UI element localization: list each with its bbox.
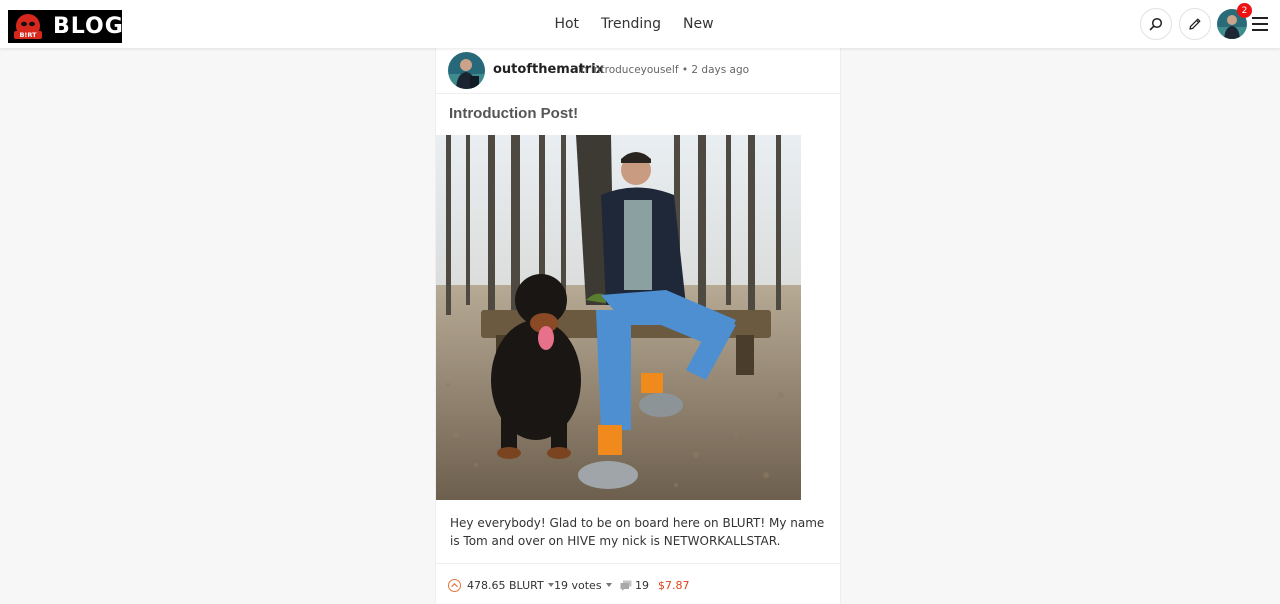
- vote-count: 19 votes: [554, 579, 602, 592]
- search-button[interactable]: [1140, 8, 1172, 40]
- blurt-badge-icon: B!RT: [13, 12, 43, 42]
- payout-amount: 478.65 BLURT: [467, 579, 544, 592]
- post-value: $7.87: [658, 579, 690, 592]
- pencil-icon: [1189, 18, 1201, 30]
- search-icon: [1149, 17, 1163, 31]
- main-nav: Hot Trending New: [0, 0, 1280, 48]
- nav-hot[interactable]: Hot: [543, 16, 590, 32]
- post-card: outofthematrix in introduceyouself • 2 d…: [435, 48, 841, 604]
- community-link[interactable]: introduceyouself: [591, 64, 679, 76]
- post-age: 2 days ago: [691, 64, 750, 76]
- blurt-blog-logo[interactable]: B!RT BLOG: [8, 10, 124, 43]
- post-author-row: outofthematrix in introduceyouself • 2 d…: [436, 48, 840, 94]
- votes-dropdown[interactable]: 19 votes: [554, 579, 612, 592]
- upvote-button[interactable]: [448, 579, 461, 592]
- notification-badge[interactable]: 2: [1237, 3, 1252, 18]
- create-post-button[interactable]: [1179, 8, 1211, 40]
- post-meta: in introduceyouself • 2 days ago: [578, 64, 749, 76]
- caret-down-icon: [547, 583, 554, 587]
- caret-down-icon: [605, 583, 612, 587]
- payout-dropdown[interactable]: 478.65 BLURT: [467, 579, 554, 592]
- logo-text: BLOG: [53, 13, 124, 39]
- post-excerpt[interactable]: Hey everybody! Glad to be on board here …: [450, 515, 830, 550]
- top-header: B!RT BLOG Hot Trending New 2: [0, 0, 1280, 48]
- author-avatar[interactable]: [448, 52, 485, 89]
- comments-icon[interactable]: [620, 580, 632, 591]
- meta-prefix: in: [578, 64, 588, 76]
- nav-new[interactable]: New: [672, 16, 725, 32]
- chevron-up-icon: [451, 583, 458, 588]
- meta-separator: •: [681, 64, 689, 76]
- comment-count[interactable]: 19: [635, 579, 649, 592]
- post-thumbnail[interactable]: [436, 135, 801, 500]
- logo-badge-text: B!RT: [19, 30, 37, 39]
- post-title[interactable]: Introduction Post!: [449, 105, 578, 122]
- menu-icon[interactable]: [1252, 17, 1268, 31]
- post-footer: 478.65 BLURT 19 votes 19 $7.87: [436, 563, 840, 604]
- nav-trending[interactable]: Trending: [590, 16, 672, 32]
